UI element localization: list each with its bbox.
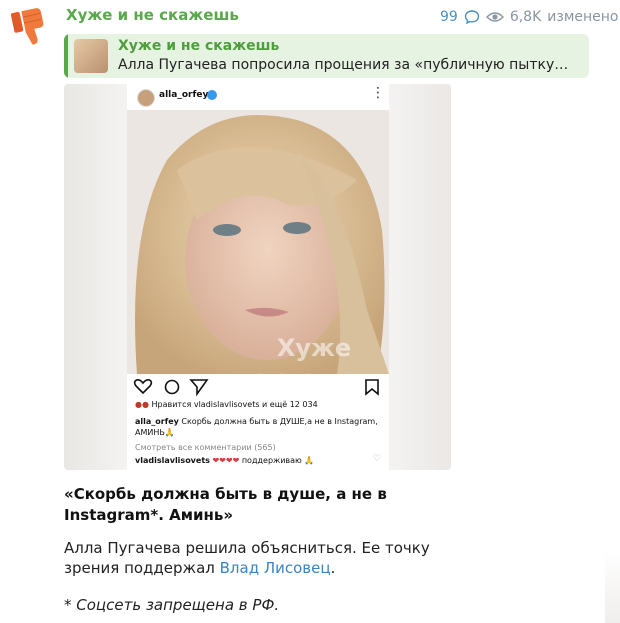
bookmark-icon	[365, 379, 379, 396]
instagram-likes: ●● Нравится vladislavlisovets и ещё 12 0…	[135, 400, 318, 409]
reply-title: Хуже и не скажешь	[118, 38, 280, 54]
instagram-avatar	[137, 89, 155, 107]
instagram-username: alla_orfey	[159, 90, 209, 100]
side-edge	[605, 550, 620, 623]
reply-thumbnail	[74, 39, 108, 73]
views-eye-icon	[485, 12, 504, 22]
post-image[interactable]: alla_orfey ⋮ Хуже не скажешь ●● Нравится…	[64, 84, 451, 470]
liker-avatars: ●●	[135, 400, 149, 409]
author-link[interactable]: Влад Лисовец	[220, 559, 331, 577]
reply-accent-bar	[64, 34, 68, 78]
verified-badge-icon	[207, 90, 217, 100]
instagram-comment: vladislavlisovets ❤❤❤❤ поддерживаю 🙏	[135, 456, 315, 465]
message-meta: 99 6,8K изменено	[440, 6, 620, 28]
more-dots-icon: ⋮	[371, 85, 385, 101]
instagram-post: alla_orfey ⋮ Хуже не скажешь ●● Нравится…	[127, 84, 389, 470]
thumbs-down-reaction-button[interactable]	[10, 6, 48, 50]
share-icon	[189, 379, 209, 397]
instagram-header: alla_orfey ⋮	[127, 84, 389, 110]
comment-bubble-icon[interactable]	[464, 9, 480, 25]
instagram-actions	[127, 376, 389, 398]
views-count: 6,8K	[509, 9, 542, 25]
reply-text: Алла Пугачева попросила прощения за «пуб…	[118, 57, 569, 73]
watermark-line1: Хуже	[277, 334, 351, 362]
thumbs-down-icon	[10, 8, 44, 45]
small-heart-icon: ♡	[373, 454, 382, 464]
post-body: Алла Пугачева решила объясниться. Ее точ…	[64, 539, 430, 577]
comment-icon	[164, 379, 180, 395]
reply-preview[interactable]: Хуже и не скажешь Алла Пугачева попросил…	[64, 34, 589, 78]
comments-count[interactable]: 99	[440, 9, 458, 25]
instagram-caption: alla_orfey Скорбь должна быть в ДУШЕ,а н…	[135, 417, 378, 437]
instagram-view-comments: Смотреть все комментарии (565)	[135, 443, 276, 452]
post-headline: «Скорбь должна быть в душе, а не в Insta…	[64, 485, 387, 524]
edited-label: изменено	[547, 9, 619, 25]
channel-name[interactable]: Хуже и не скажешь	[66, 6, 239, 24]
heart-icon	[133, 379, 153, 395]
post-footnote: * Соцсеть запрещена в РФ.	[64, 596, 280, 614]
